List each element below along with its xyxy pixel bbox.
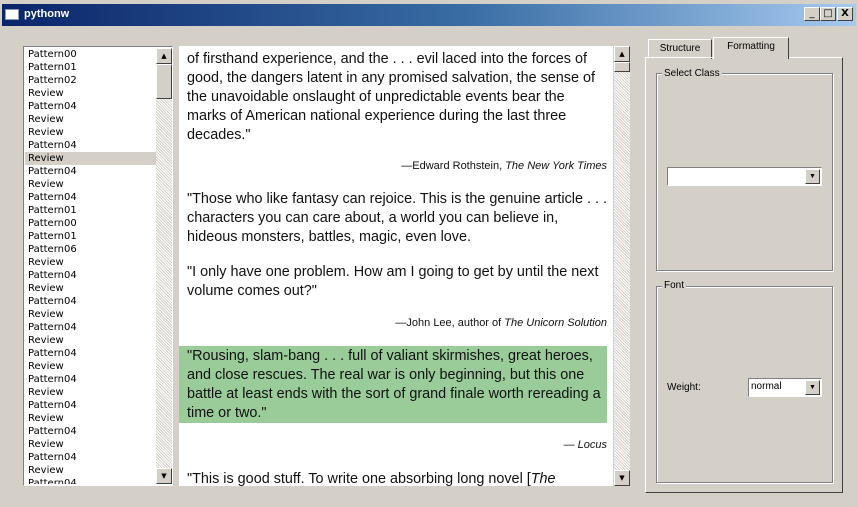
list-item[interactable]: Review — [25, 256, 156, 269]
list-item[interactable]: Review — [25, 412, 156, 425]
pattern-list[interactable]: Pattern00 Pattern01 Pattern02 Review Pattern… — [23, 46, 173, 486]
weight-dropdown[interactable]: normal ▼ — [748, 378, 822, 397]
title-bar: pythonw _ □ X — [0, 0, 858, 30]
title-bar-gradient — [2, 4, 856, 26]
document-paragraph: of firsthand experience, and the . . . e… — [187, 51, 595, 143]
document-scroll-up-button[interactable]: ▲ — [614, 46, 630, 62]
document-paragraph: "Those who like fantasy can rejoice. Thi… — [187, 191, 607, 245]
list-scroll-down-button[interactable]: ▼ — [156, 468, 172, 484]
list-item[interactable]: Review — [25, 152, 156, 165]
maximize-button[interactable]: □ — [820, 7, 836, 21]
font-label: Font — [662, 280, 687, 291]
list-item[interactable]: Review — [25, 334, 156, 347]
document-scroll-down-button[interactable]: ▼ — [614, 470, 630, 486]
attribution-source: The Unicorn Solution — [504, 317, 607, 329]
attribution-source: The New York Times — [505, 160, 607, 172]
pattern-list-items: Pattern00 Pattern01 Pattern02 Review Pattern… — [25, 48, 156, 484]
list-item[interactable]: Review — [25, 113, 156, 126]
minimize-button[interactable]: _ — [804, 7, 820, 21]
chevron-down-icon[interactable]: ▼ — [805, 169, 820, 184]
list-item[interactable]: Review — [25, 464, 156, 477]
list-item[interactable]: Pattern01 — [25, 204, 156, 217]
list-item[interactable]: Review — [25, 438, 156, 451]
attribution: —John Lee, author of The Unicorn Solutio… — [395, 317, 607, 329]
list-item[interactable]: Pattern02 — [25, 74, 156, 87]
list-item[interactable]: Review — [25, 386, 156, 399]
list-item[interactable]: Review — [25, 308, 156, 321]
attribution-author: —John Lee, author of — [395, 317, 505, 329]
tab-structure[interactable]: Structure — [648, 39, 712, 59]
close-button[interactable]: X — [837, 7, 853, 21]
select-class-label: Select Class — [662, 68, 722, 79]
chevron-down-icon[interactable]: ▼ — [805, 380, 820, 395]
list-item[interactable]: Pattern04 — [25, 100, 156, 113]
list-item[interactable]: Review — [25, 282, 156, 295]
attribution-author: —Edward Rothstein, — [401, 160, 506, 172]
attribution-author: — — [563, 439, 578, 451]
list-scroll-up-button[interactable]: ▲ — [156, 48, 172, 64]
document-paragraph: "This is good stuff. To write one absorb… — [187, 470, 607, 486]
paragraph-text: "This is good stuff. To write one absorb… — [187, 471, 531, 486]
list-item[interactable]: Pattern04 — [25, 425, 156, 438]
list-item[interactable]: Pattern00 — [25, 48, 156, 61]
list-item[interactable]: Pattern04 — [25, 451, 156, 464]
attribution: — Locus — [564, 439, 607, 451]
list-item[interactable]: Pattern04 — [25, 321, 156, 334]
document-paragraph: "I only have one problem. How am I going… — [187, 264, 599, 299]
list-item[interactable]: Pattern01 — [25, 230, 156, 243]
window-title: pythonw — [24, 8, 70, 20]
list-item[interactable]: Pattern04 — [25, 295, 156, 308]
attribution: —Edward Rothstein, The New York Times — [401, 160, 607, 172]
list-item[interactable]: Pattern00 — [25, 217, 156, 230]
list-item[interactable]: Pattern04 — [25, 165, 156, 178]
document-scrollbar[interactable]: ▲ ▼ — [614, 46, 630, 486]
weight-label: Weight: — [667, 382, 701, 393]
paragraph-italic: The — [530, 471, 556, 486]
attribution-source: Locus — [577, 439, 607, 451]
list-scroll-thumb[interactable] — [156, 64, 172, 99]
select-class-dropdown[interactable]: ▼ — [667, 167, 822, 186]
list-item[interactable]: Pattern04 — [25, 139, 156, 152]
list-item[interactable]: Review — [25, 178, 156, 191]
document-view[interactable]: of firsthand experience, and the . . . e… — [179, 46, 613, 486]
list-item[interactable]: Pattern04 — [25, 269, 156, 282]
list-item[interactable]: Pattern04 — [25, 373, 156, 386]
app-icon — [5, 9, 19, 20]
list-item[interactable]: Pattern04 — [25, 477, 156, 484]
list-scrollbar[interactable]: ▲ ▼ — [156, 48, 172, 484]
list-item[interactable]: Pattern04 — [25, 347, 156, 360]
tab-formatting[interactable]: Formatting — [713, 37, 789, 59]
list-item[interactable]: Review — [25, 360, 156, 373]
document-scroll-thumb[interactable] — [614, 62, 630, 72]
list-item[interactable]: Pattern06 — [25, 243, 156, 256]
highlighted-paragraph: "Rousing, slam-bang . . . full of valian… — [187, 348, 601, 421]
list-item[interactable]: Review — [25, 87, 156, 100]
list-item[interactable]: Pattern04 — [25, 191, 156, 204]
list-item[interactable]: Pattern04 — [25, 399, 156, 412]
list-item[interactable]: Review — [25, 126, 156, 139]
weight-value: normal — [751, 381, 782, 392]
list-item[interactable]: Pattern01 — [25, 61, 156, 74]
formatting-panel: Select Class ▼ Font Weight: normal ▼ — [645, 57, 843, 493]
